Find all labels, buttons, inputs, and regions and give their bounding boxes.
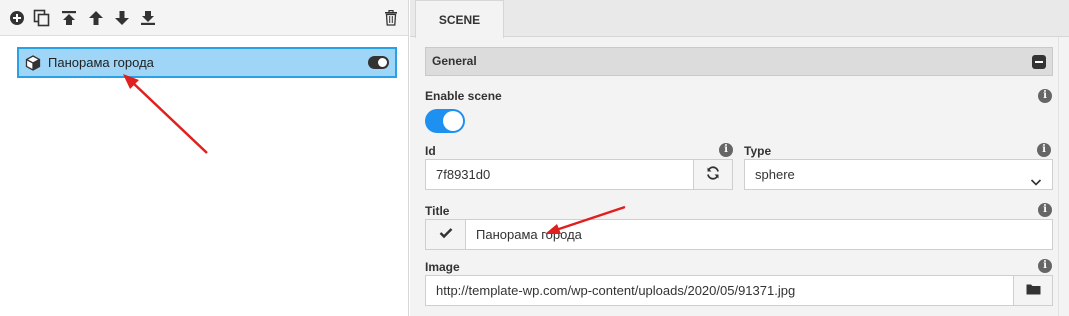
folder-icon	[1026, 283, 1041, 298]
enable-scene-info-icon[interactable]: i	[1038, 89, 1052, 103]
scene-list-panel: Панорама города	[0, 0, 409, 316]
browse-image-button[interactable]	[1013, 275, 1053, 306]
general-section-title: General	[432, 54, 477, 68]
scene-visibility-toggle[interactable]	[368, 56, 389, 69]
scene-item-label: Панорама города	[48, 55, 154, 70]
enable-scene-label: Enable scene	[425, 89, 502, 103]
id-info-icon[interactable]: i	[719, 143, 733, 157]
image-url-field[interactable]: http://template-wp.com/wp-content/upload…	[425, 275, 1014, 306]
type-info-icon[interactable]: i	[1037, 143, 1051, 157]
type-select[interactable]: sphere	[744, 159, 1053, 190]
title-info-icon[interactable]: i	[1038, 203, 1052, 217]
cube-icon	[25, 55, 41, 74]
chevron-down-icon	[1030, 169, 1042, 189]
vertical-scrollbar[interactable]	[1058, 37, 1069, 316]
title-label: Title	[425, 204, 450, 218]
collapse-icon[interactable]	[1032, 55, 1046, 69]
id-field[interactable]: 7f8931d0	[425, 159, 694, 190]
scene-item[interactable]: Панорама города	[17, 47, 397, 78]
image-label: Image	[425, 260, 460, 274]
move-down-icon[interactable]	[111, 7, 133, 29]
tab-bar: SCENE	[410, 0, 1069, 38]
trash-icon[interactable]	[380, 7, 402, 29]
move-up-icon[interactable]	[85, 7, 107, 29]
type-label: Type	[744, 144, 772, 158]
duplicate-icon[interactable]	[31, 7, 53, 29]
id-label: Id	[425, 144, 436, 158]
scene-settings-panel: SCENE General Enable scene i Id i 7f8931…	[410, 0, 1069, 316]
add-icon[interactable]	[6, 7, 28, 29]
general-section-header[interactable]: General	[425, 47, 1053, 76]
enable-scene-toggle[interactable]	[425, 109, 465, 133]
scene-toolbar	[0, 0, 408, 36]
refresh-icon	[706, 166, 720, 183]
check-icon	[439, 227, 453, 242]
scene-list: Панорама города	[0, 37, 408, 316]
title-confirm-button[interactable]	[425, 219, 466, 250]
image-info-icon[interactable]: i	[1038, 259, 1052, 273]
title-field[interactable]: Панорама города	[465, 219, 1053, 250]
move-bottom-icon[interactable]	[137, 7, 159, 29]
tab-scene[interactable]: SCENE	[415, 0, 504, 38]
move-top-icon[interactable]	[58, 7, 80, 29]
type-select-value: sphere	[755, 167, 795, 182]
regenerate-id-button[interactable]	[693, 159, 733, 190]
